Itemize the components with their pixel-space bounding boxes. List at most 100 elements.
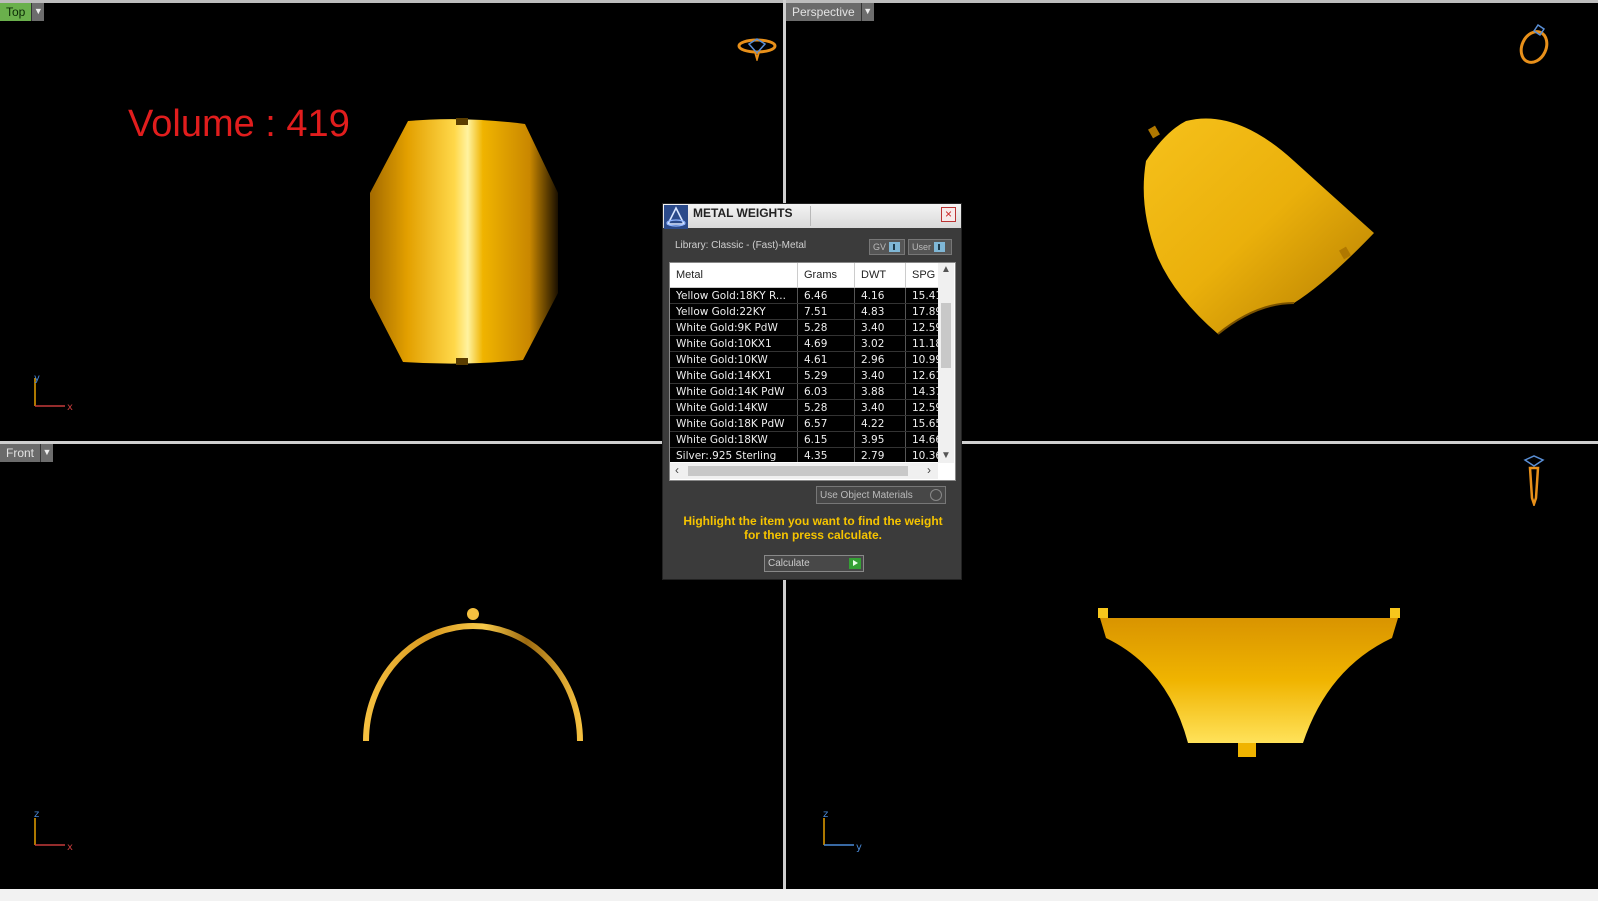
axis-z-label: z (34, 810, 39, 820)
cell-metal: White Gold:18K PdW (670, 416, 798, 431)
cell-spg: 15.65 (912, 418, 938, 430)
cell-spg: 12.59 (912, 402, 938, 414)
app-logo-icon (664, 205, 688, 229)
viewport-perspective-label[interactable]: Perspective ▼ (786, 3, 874, 21)
cell-dwt: 3.88 (855, 384, 906, 399)
use-object-materials-label: Use Object Materials (820, 489, 913, 501)
ring-side-view-shape (1098, 608, 1400, 757)
scroll-left-icon[interactable]: ‹ (670, 463, 684, 479)
cell-spg: 17.89 (912, 306, 938, 318)
cell-dwt: 3.95 (855, 432, 906, 447)
cell-spg: 14.66 (912, 434, 938, 446)
cell-dwt: 2.79 (855, 448, 906, 462)
axis-gizmo-front: z x (34, 810, 73, 853)
scroll-up-icon[interactable]: ▲ (938, 263, 954, 277)
vertical-scrollbar[interactable]: ▲ ▼ (938, 263, 954, 463)
cell-spg: 10.99 (912, 354, 938, 366)
axis-gizmo-top: y x (34, 373, 73, 413)
column-header-metal[interactable]: Metal (670, 263, 798, 287)
table-row[interactable]: White Gold:10KW4.612.96 10.99 (670, 352, 938, 368)
axis-z-label: z (823, 810, 828, 820)
table-row[interactable]: Yellow Gold:18KY R...6.464.16 15.41 (670, 288, 938, 304)
viewport-front-name: Front (0, 444, 41, 462)
cell-grams: 5.28 (798, 400, 855, 415)
library-label: Library: Classic - (Fast)-Metal (675, 240, 807, 251)
chevron-down-icon[interactable]: ▼ (40, 444, 54, 462)
status-bar (0, 889, 1598, 901)
ring-side-icon[interactable] (1522, 454, 1546, 506)
column-header-spg[interactable]: SPG (906, 263, 938, 287)
ring-perspective-icon[interactable] (1516, 21, 1556, 67)
cell-grams: 6.03 (798, 384, 855, 399)
calculate-button[interactable]: Calculate (764, 555, 864, 572)
play-icon (849, 558, 861, 569)
cell-metal: White Gold:10KX1 (670, 336, 798, 351)
cell-grams: 4.61 (798, 352, 855, 367)
instructions-line-2: for then press calculate. (743, 528, 883, 542)
chevron-down-icon[interactable]: ▼ (860, 3, 874, 21)
ring-top-icon[interactable] (737, 35, 777, 61)
cell-spg: 10.36 (912, 450, 938, 462)
cell-dwt: 3.40 (855, 368, 906, 383)
table-row[interactable]: White Gold:18KW6.153.95 14.66 (670, 432, 938, 448)
table-row[interactable]: White Gold:9K PdW5.283.40 12.59 (670, 320, 938, 336)
cell-grams: 6.46 (798, 288, 855, 303)
user-toggle-label: User (912, 242, 932, 252)
user-toggle[interactable]: User (908, 239, 952, 255)
cell-grams: 5.28 (798, 320, 855, 335)
cell-grams: 4.69 (798, 336, 855, 351)
axis-gizmo-side: z y (823, 810, 862, 853)
cell-metal: White Gold:9K PdW (670, 320, 798, 335)
cell-metal: White Gold:18KW (670, 432, 798, 447)
cell-metal: White Gold:14KX1 (670, 368, 798, 383)
viewport-top-name: Top (0, 3, 32, 21)
viewport-top-label[interactable]: Top ▼ (0, 3, 45, 21)
axis-y-label: y (856, 842, 862, 853)
column-header-grams[interactable]: Grams (798, 263, 855, 287)
table-row[interactable]: White Gold:14KX15.293.40 12.61 (670, 368, 938, 384)
toggle-switch-icon (934, 242, 946, 252)
instructions-text: Highlight the item you want to find the … (673, 514, 953, 542)
metal-weights-dialog: METAL WEIGHTS × Library: Classic - (Fast… (662, 203, 962, 580)
axis-x-label: x (67, 402, 73, 413)
cell-grams: 4.35 (798, 448, 855, 462)
cell-spg: 11.18 (912, 338, 938, 350)
viewport-front-label[interactable]: Front ▼ (0, 444, 54, 462)
table-row[interactable]: Silver:.925 Sterling4.352.79 10.36 (670, 448, 938, 462)
horizontal-scrollbar[interactable]: ‹ › (670, 463, 938, 479)
table-row[interactable]: White Gold:10KX14.693.02 11.18 (670, 336, 938, 352)
cell-metal: White Gold:10KW (670, 352, 798, 367)
scrollbar-thumb[interactable] (688, 466, 908, 476)
cell-metal: Yellow Gold:22KY (670, 304, 798, 319)
table-row[interactable]: White Gold:14K PdW6.033.88 14.37 (670, 384, 938, 400)
cell-spg: 12.59 (912, 322, 938, 334)
volume-readout: Volume : 419 (128, 103, 350, 145)
cell-metal: White Gold:14KW (670, 400, 798, 415)
table-row[interactable]: Yellow Gold:22KY7.514.83 17.89 (670, 304, 938, 320)
close-icon[interactable]: × (941, 207, 956, 222)
viewport-perspective-name: Perspective (786, 3, 861, 21)
axis-x-label: x (67, 842, 73, 853)
scrollbar-thumb[interactable] (941, 303, 951, 368)
scroll-down-icon[interactable]: ▼ (938, 449, 954, 463)
cell-dwt: 3.40 (855, 320, 906, 335)
chevron-down-icon[interactable]: ▼ (31, 3, 45, 21)
cell-metal: Silver:.925 Sterling (670, 448, 798, 462)
title-separator (810, 206, 811, 226)
table-body: Yellow Gold:18KY R...6.464.16 15.41 Yello… (670, 288, 938, 462)
cell-spg: 12.61 (912, 370, 938, 382)
table-row[interactable]: White Gold:18K PdW6.574.22 15.65 (670, 416, 938, 432)
scroll-right-icon[interactable]: › (922, 463, 936, 479)
instructions-line-1: Highlight the item you want to find the … (683, 514, 943, 528)
dialog-titlebar[interactable]: METAL WEIGHTS × (663, 204, 961, 229)
table-row[interactable]: White Gold:14KW5.283.40 12.59 (670, 400, 938, 416)
metal-table: Metal Grams DWT SPG Yellow Gold:18KY R..… (669, 262, 956, 481)
column-header-dwt[interactable]: DWT (855, 263, 906, 287)
dialog-title: METAL WEIGHTS (693, 206, 793, 220)
gv-toggle[interactable]: GV (869, 239, 905, 255)
cell-spg: 14.37 (912, 386, 938, 398)
radio-icon (930, 489, 942, 501)
cell-grams: 5.29 (798, 368, 855, 383)
use-object-materials-toggle[interactable]: Use Object Materials (816, 486, 946, 504)
cell-dwt: 4.22 (855, 416, 906, 431)
